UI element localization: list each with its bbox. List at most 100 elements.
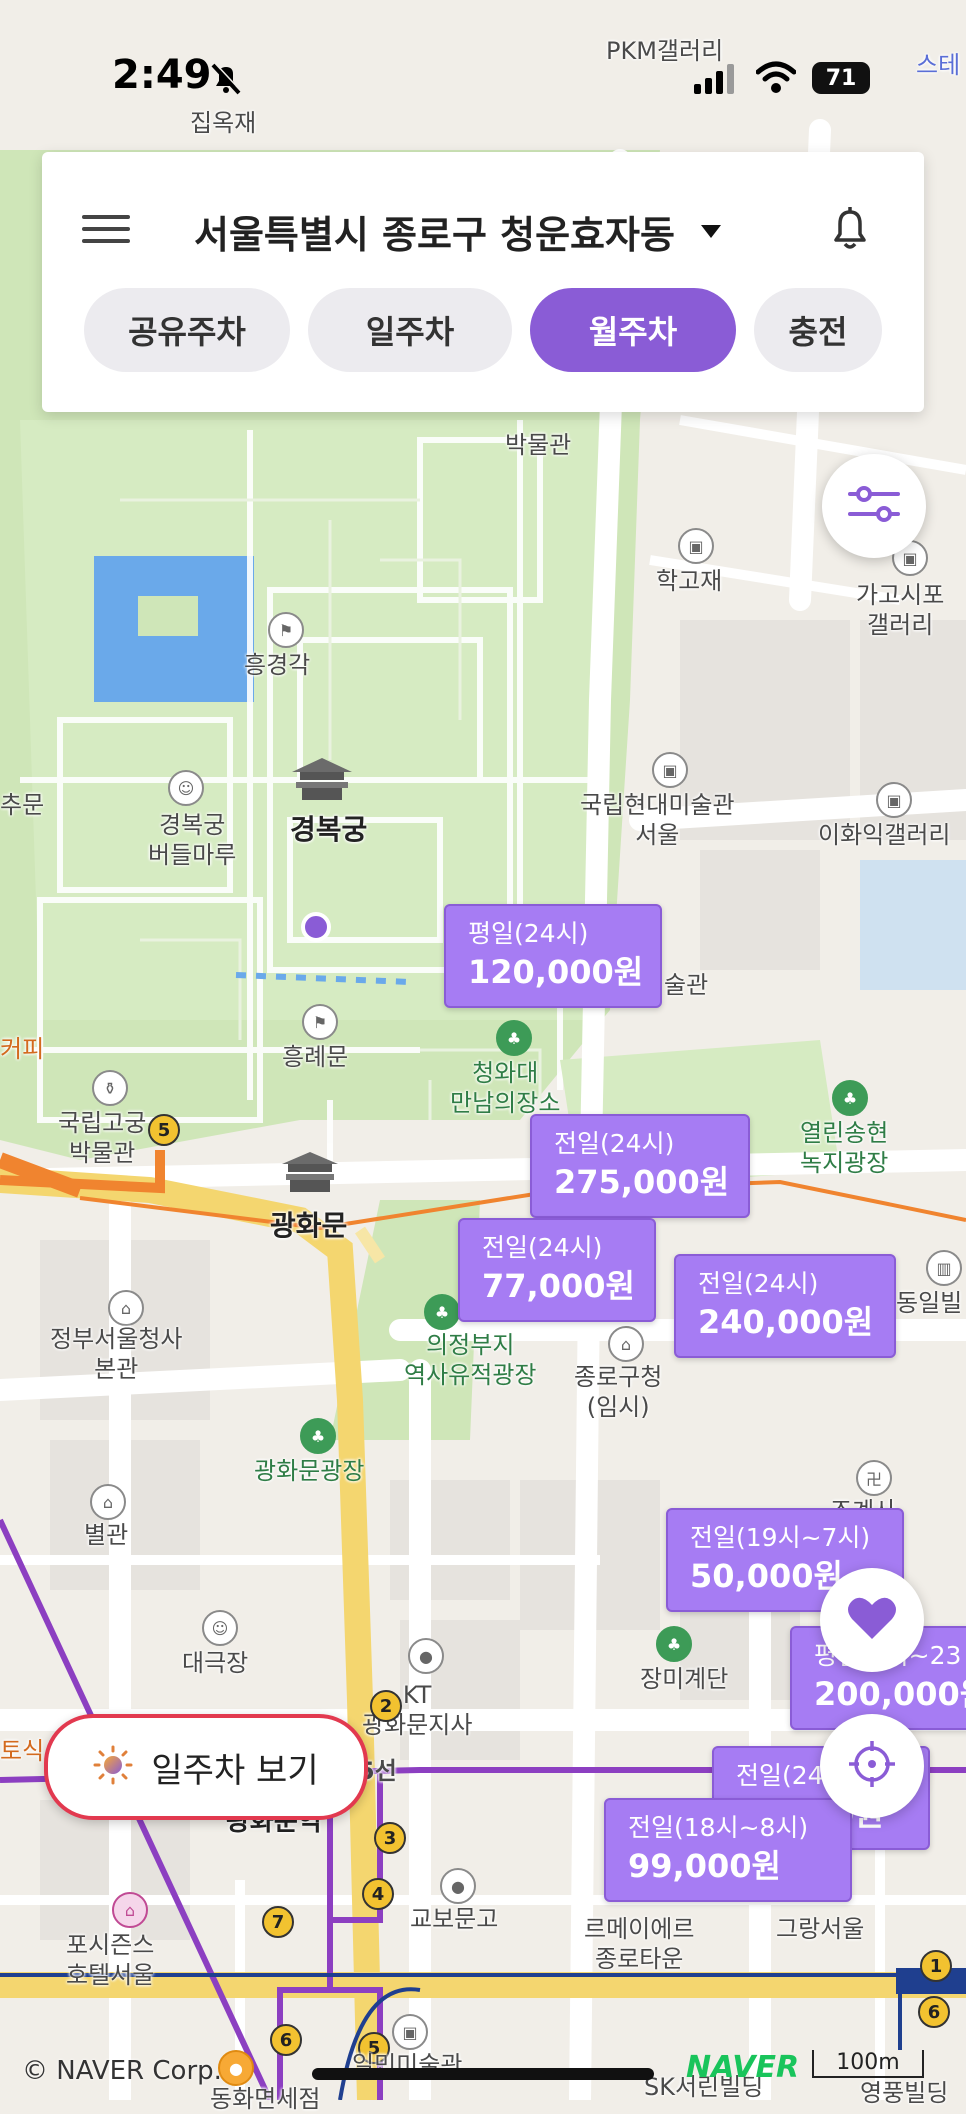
hotel-icon[interactable]: ⌂ — [112, 1892, 148, 1928]
parking-price-marker[interactable]: 전일(24시) 77,000원 — [458, 1218, 656, 1322]
marker-price: 77,000원 — [482, 1267, 635, 1305]
location-text: 서울특별시 종로구 청운효자동 — [194, 213, 675, 257]
bell-icon[interactable] — [822, 200, 878, 256]
museum-icon[interactable]: ⚱ — [92, 1070, 128, 1106]
park-icon[interactable]: ♣ — [424, 1294, 460, 1330]
subway-station-6-badge[interactable]: 6 — [270, 2024, 302, 2056]
palace-icon — [290, 756, 354, 802]
subway-station-3-badge[interactable]: 3 — [374, 1822, 406, 1854]
building-icon[interactable]: ● — [408, 1638, 444, 1674]
map-label-gyeongbokgung-beodeul[interactable]: 경복궁 버들마루 — [148, 810, 236, 870]
parking-price-marker[interactable]: 전일(18시~8시) 99,000원 — [604, 1798, 852, 1902]
tab-shared-parking[interactable]: 공유주차 — [84, 288, 290, 372]
subway-station-6-badge[interactable]: 6 — [918, 1996, 950, 2028]
status-time: 2:49 — [112, 52, 212, 98]
subway-station-5-badge[interactable]: 5 — [148, 1114, 180, 1146]
map-label-hakgojae[interactable]: 학고재 — [656, 566, 722, 596]
temple-icon[interactable]: 卍 — [856, 1460, 892, 1496]
shop-icon[interactable]: ● — [218, 2050, 254, 2086]
hamburger-menu-icon[interactable] — [82, 207, 134, 251]
crosshair-icon — [847, 1739, 897, 1793]
wifi-icon — [755, 60, 797, 94]
map-label-daegeukjang[interactable]: 대극장 — [182, 1648, 248, 1678]
map-label-fourseasons[interactable]: 포시즌스 호텔서울 — [66, 1930, 154, 1990]
park-icon[interactable]: ♣ — [656, 1626, 692, 1662]
parking-price-marker[interactable]: 평일(24시) 120,000원 — [444, 904, 662, 1008]
parking-price-marker[interactable]: 전일(24시) 240,000원 — [674, 1254, 896, 1358]
marker-price: 120,000원 — [468, 953, 644, 991]
flag-icon[interactable]: ⚑ — [268, 612, 304, 648]
map-label-gyeongbokgung[interactable]: 경복궁 — [290, 812, 367, 847]
map-label-kyobo[interactable]: 교보문고 — [410, 1904, 498, 1934]
map-label-govt[interactable]: 정부서울청사 본관 — [50, 1324, 182, 1384]
map-label-uijeongbu[interactable]: 의정부지 역사유적광장 — [404, 1330, 536, 1390]
marker-time-label: 전일(18시~8시) — [628, 1813, 809, 1842]
subway-station-1-badge[interactable]: 1 — [920, 1950, 952, 1982]
theater-icon[interactable]: ☺ — [168, 770, 204, 806]
map-label-gwanghwamun-square[interactable]: 광화문광장 — [254, 1456, 364, 1486]
map-label-sulgwan[interactable]: 술관 — [664, 970, 708, 1000]
signal-icon — [694, 64, 736, 94]
bell-muted-icon — [208, 60, 244, 96]
view-daily-parking-button[interactable]: 일주차 보기 — [44, 1714, 368, 1820]
tab-daily-parking[interactable]: 일주차 — [308, 288, 512, 372]
map-label-annex[interactable]: 별관 — [84, 1520, 128, 1550]
tab-ev-charging[interactable]: 충전 — [754, 288, 882, 372]
map-label-palace-museum[interactable]: 국립고궁 박물관 — [58, 1108, 146, 1168]
marker-time-label: 전일(24시) — [482, 1233, 603, 1262]
art-icon[interactable]: ▣ — [392, 2014, 428, 2050]
theater-icon[interactable]: ☺ — [202, 1610, 238, 1646]
caret-down-icon — [700, 225, 721, 238]
marker-time-label: 전일(24시) — [554, 1129, 675, 1158]
parking-price-marker[interactable]: 전일(24시) 275,000원 — [530, 1114, 750, 1218]
heart-icon — [847, 1595, 897, 1645]
building-icon[interactable]: ▥ — [926, 1250, 962, 1286]
favorites-button[interactable] — [820, 1568, 924, 1672]
government-icon[interactable]: ⌂ — [108, 1290, 144, 1326]
map-label-heungnyemun[interactable]: 흥례문 — [282, 1042, 348, 1072]
map-label-mmca[interactable]: 국립현대미술관 서울 — [580, 790, 735, 850]
map-label-gwanghwamun[interactable]: 광화문 — [270, 1208, 347, 1243]
park-icon[interactable]: ♣ — [832, 1080, 868, 1116]
header-panel: 서울특별시 종로구 청운효자동 공유주차 일주차 월주차 충전 — [42, 152, 924, 412]
gate-icon — [280, 1150, 340, 1194]
map-label-cheongwadae[interactable]: 청와대 만남의장소 — [450, 1058, 560, 1118]
location-selector[interactable]: 서울특별시 종로구 청운효자동 — [194, 204, 721, 259]
map-label-ihwaik[interactable]: 이화익갤러리 — [818, 820, 950, 850]
map-label-grand-seoul[interactable]: 그랑서울 — [776, 1914, 864, 1944]
my-location-button[interactable] — [820, 1714, 924, 1818]
marker-time-label: 평일(24시) — [468, 919, 589, 948]
map-label-chumun[interactable]: 추문 — [0, 790, 44, 820]
government-icon[interactable]: ⌂ — [90, 1484, 126, 1520]
government-icon[interactable]: ⌂ — [608, 1326, 644, 1362]
map-label-heunggyeonggak[interactable]: 흥경각 — [244, 650, 310, 680]
map-copyright: © NAVER Corp. — [22, 2056, 222, 2086]
subway-station-7-badge[interactable]: 7 — [262, 1906, 294, 1938]
filter-button[interactable] — [822, 454, 926, 558]
map-label-gagosipo[interactable]: 가고시포 갤러리 — [856, 580, 944, 640]
map-label-tosik[interactable]: 토식 — [0, 1736, 44, 1766]
park-icon[interactable]: ♣ — [300, 1418, 336, 1454]
museum-icon[interactable]: ▣ — [652, 752, 688, 788]
map-label-coffee[interactable]: 커피 — [0, 1034, 44, 1064]
park-icon[interactable]: ♣ — [496, 1020, 532, 1056]
map-label-jangmi[interactable]: 장미계단 — [640, 1664, 728, 1694]
map-label-dongil[interactable]: 동일빌 — [896, 1288, 962, 1318]
gallery-icon[interactable]: ▣ — [876, 782, 912, 818]
subway-station-2-badge[interactable]: 2 — [370, 1690, 402, 1722]
map-label-jongno-office[interactable]: 종로구청 (임시) — [574, 1362, 662, 1422]
map-label-bottom-left[interactable]: 동화면세점 — [210, 2084, 320, 2114]
home-indicator[interactable] — [312, 2068, 654, 2080]
map-label-lemeilleur[interactable]: 르메이에르 종로타운 — [584, 1914, 694, 1974]
map-label-museum[interactable]: 박물관 — [505, 430, 571, 460]
battery-indicator: 71 — [812, 62, 870, 94]
flag-icon[interactable]: ⚑ — [302, 1004, 338, 1040]
map-scale: 100m — [812, 2050, 924, 2078]
subway-station-4-badge[interactable]: 4 — [362, 1878, 394, 1910]
tab-monthly-parking[interactable]: 월주차 — [530, 288, 736, 372]
gallery-icon[interactable]: ▣ — [678, 528, 714, 564]
bookstore-icon[interactable]: ● — [440, 1868, 476, 1904]
sun-icon — [93, 1745, 133, 1789]
map-label-yeongpung[interactable]: 영풍빌딩 — [860, 2078, 948, 2108]
map-label-yeollin[interactable]: 열린송현 녹지광장 — [800, 1118, 888, 1178]
